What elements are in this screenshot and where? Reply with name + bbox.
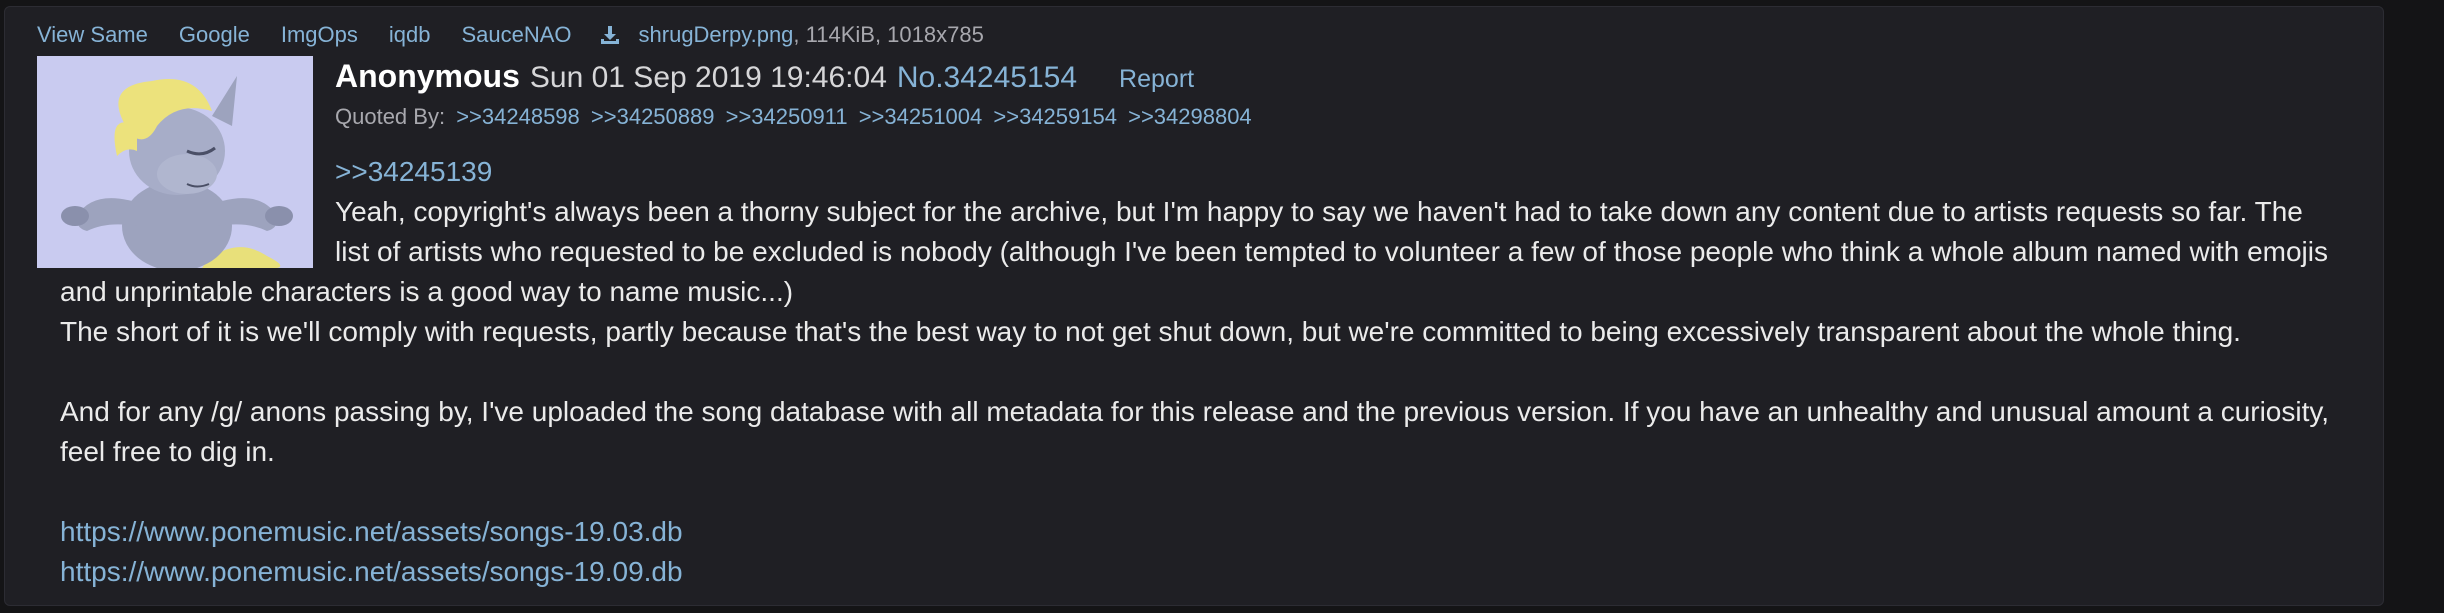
message-line: list of artists who requested to be excl…: [335, 236, 2328, 267]
backlink[interactable]: >>34250911: [726, 104, 848, 129]
message-line: And for any /g/ anons passing by, I've u…: [60, 396, 2330, 427]
message-line: Yeah, copyright's always been a thorny s…: [335, 196, 2303, 227]
backlink[interactable]: >>34259154: [993, 104, 1117, 129]
post-date: Sun 01 Sep 2019 19:46:04: [529, 61, 887, 94]
backlink[interactable]: >>34250889: [591, 104, 715, 129]
file-name-link[interactable]: shrugDerpy.png: [639, 22, 794, 48]
google-link[interactable]: Google: [179, 22, 250, 48]
file-bar: View Same Google ImgOps iqdb SauceNAO sh…: [37, 22, 984, 48]
database-link[interactable]: https://www.ponemusic.net/assets/songs-1…: [60, 552, 2390, 592]
backlink[interactable]: >>34298804: [1128, 104, 1252, 129]
iqdb-link[interactable]: iqdb: [389, 22, 431, 48]
saucenao-link[interactable]: SauceNAO: [461, 22, 571, 48]
quote-link[interactable]: >>34245139: [60, 152, 2390, 192]
imgops-link[interactable]: ImgOps: [281, 22, 358, 48]
backlink[interactable]: >>34248598: [456, 104, 580, 129]
quoted-by: Quoted By: >>34248598 >>34250889 >>34250…: [335, 104, 1252, 130]
post-number-link[interactable]: No.34245154: [897, 61, 1077, 95]
quoted-by-label: Quoted By:: [335, 104, 446, 129]
message-line: feel free to dig in.: [60, 436, 275, 467]
download-icon[interactable]: [599, 24, 621, 46]
message-line: The short of it is we'll comply with req…: [60, 316, 2241, 347]
backlink[interactable]: >>34251004: [859, 104, 983, 129]
view-same-link[interactable]: View Same: [37, 22, 148, 48]
poster-name: Anonymous: [335, 58, 520, 94]
post-header: Anonymous Sun 01 Sep 2019 19:46:04 No.34…: [335, 58, 1194, 95]
post-message: >>34245139 Yeah, copyright's always been…: [60, 152, 2390, 592]
file-info: , 114KiB, 1018x785: [793, 22, 984, 47]
database-link[interactable]: https://www.ponemusic.net/assets/songs-1…: [60, 512, 2390, 552]
message-line: and unprintable characters is a good way…: [60, 276, 794, 307]
report-link[interactable]: Report: [1119, 65, 1194, 94]
